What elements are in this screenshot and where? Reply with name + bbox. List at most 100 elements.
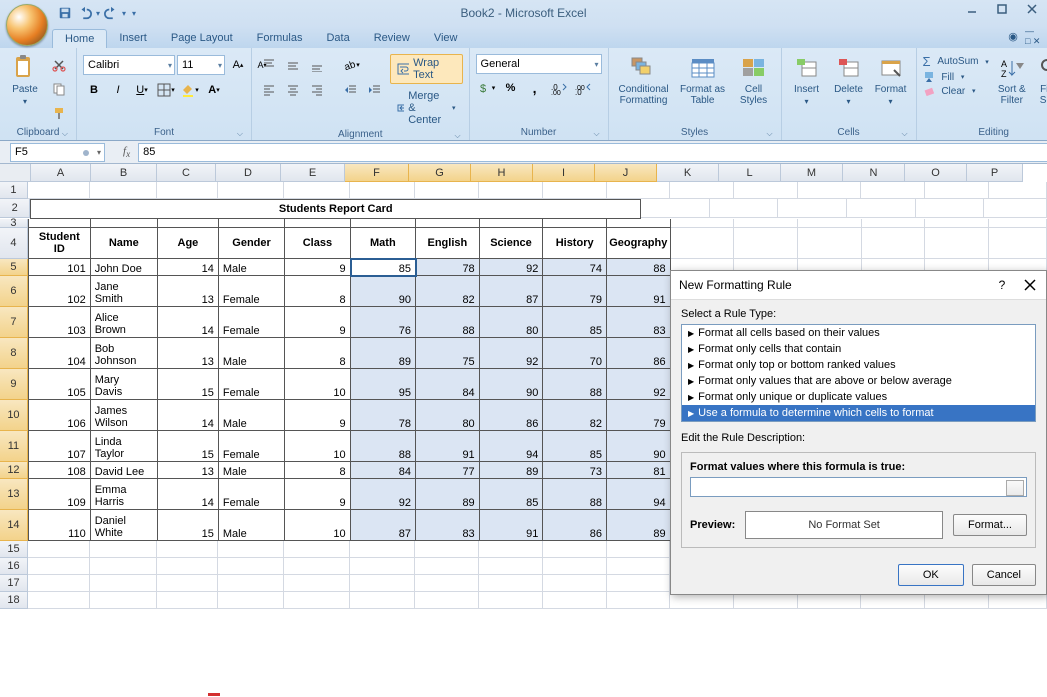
cell[interactable]	[607, 575, 671, 592]
cell[interactable]: Female	[219, 276, 285, 307]
cell[interactable]: 109	[28, 479, 91, 510]
cell[interactable]	[984, 199, 1047, 218]
cell[interactable]: 91	[480, 510, 544, 541]
cell[interactable]: 87	[480, 276, 544, 307]
orientation-icon[interactable]: ab▾	[340, 54, 362, 76]
cell[interactable]	[607, 592, 671, 609]
cell[interactable]	[989, 182, 1047, 199]
row-header[interactable]: 9	[0, 369, 28, 400]
wrap-text-button[interactable]: Wrap Text	[390, 54, 463, 84]
cell[interactable]	[90, 541, 157, 558]
cell[interactable]: 85	[543, 307, 607, 338]
cell[interactable]: 78	[416, 259, 480, 276]
rule-type-item[interactable]: Format only top or bottom ranked values	[682, 357, 1035, 373]
tab-page-layout[interactable]: Page Layout	[159, 29, 245, 48]
cell[interactable]: 84	[416, 369, 480, 400]
merge-center-button[interactable]: Merge & Center▾	[390, 87, 463, 129]
cell[interactable]: 83	[416, 510, 480, 541]
column-header[interactable]: A	[31, 164, 91, 182]
header-cell[interactable]: Gender	[219, 228, 285, 259]
format-button[interactable]: Format▾	[872, 50, 910, 106]
cell[interactable]: 73	[543, 462, 607, 479]
cell[interactable]: 88	[351, 431, 416, 462]
cell[interactable]	[285, 219, 350, 228]
cell[interactable]	[543, 592, 607, 609]
cell[interactable]: Male	[219, 400, 285, 431]
paste-button[interactable]: Paste ▾	[6, 50, 44, 106]
tab-data[interactable]: Data	[314, 29, 361, 48]
cell[interactable]: Male	[219, 259, 285, 276]
undo-icon[interactable]	[76, 4, 94, 22]
cell[interactable]	[284, 575, 349, 592]
cell[interactable]: 89	[607, 510, 671, 541]
column-header[interactable]: E	[281, 164, 345, 182]
row-header[interactable]: 10	[0, 400, 28, 431]
office-button[interactable]	[6, 4, 48, 46]
header-cell[interactable]: History	[543, 228, 607, 259]
cell[interactable]	[218, 541, 284, 558]
cell[interactable]: 13	[158, 462, 219, 479]
cell[interactable]	[479, 541, 543, 558]
row-header[interactable]: 3	[0, 219, 28, 228]
align-right-icon[interactable]	[306, 79, 328, 101]
cell[interactable]: Male	[219, 338, 285, 369]
cell[interactable]: Female	[219, 431, 285, 462]
cell[interactable]	[607, 182, 671, 199]
cell[interactable]	[543, 182, 607, 199]
font-color-icon[interactable]: A▾	[203, 79, 225, 101]
cell[interactable]: 80	[416, 400, 480, 431]
cell[interactable]	[479, 592, 543, 609]
minimize-button[interactable]	[957, 0, 987, 18]
cell[interactable]: 76	[351, 307, 416, 338]
percent-icon[interactable]: %	[500, 77, 522, 99]
cell[interactable]: 88	[543, 479, 607, 510]
cell[interactable]: 8	[285, 338, 350, 369]
cell[interactable]	[157, 575, 218, 592]
cell[interactable]: 107	[28, 431, 91, 462]
maximize-button[interactable]	[987, 0, 1017, 18]
cell[interactable]: AliceBrown	[91, 307, 158, 338]
redo-icon[interactable]	[102, 4, 120, 22]
cell[interactable]: 89	[480, 462, 544, 479]
increase-font-icon[interactable]: A▴	[227, 54, 249, 76]
rule-type-item[interactable]: Format only values that are above or bel…	[682, 373, 1035, 389]
cell[interactable]: 9	[285, 400, 350, 431]
sort-filter-button[interactable]: AZSort & Filter	[993, 50, 1031, 106]
dialog-title-bar[interactable]: New Formatting Rule ?	[671, 271, 1046, 300]
cell[interactable]	[350, 541, 415, 558]
cell[interactable]	[28, 558, 90, 575]
cell[interactable]: 108	[28, 462, 91, 479]
insert-button[interactable]: Insert▾	[788, 50, 826, 106]
align-middle-icon[interactable]	[282, 54, 304, 76]
cell[interactable]: DanielWhite	[91, 510, 158, 541]
decrease-indent-icon[interactable]	[340, 79, 362, 101]
cell[interactable]	[734, 219, 798, 228]
cell[interactable]: 15	[158, 431, 219, 462]
format-button[interactable]: Format...	[953, 514, 1027, 536]
cell[interactable]	[284, 592, 349, 609]
cell[interactable]	[670, 182, 734, 199]
cell[interactable]: 8	[285, 276, 350, 307]
tab-view[interactable]: View	[422, 29, 470, 48]
cell[interactable]: 88	[607, 259, 671, 276]
cell[interactable]: 105	[28, 369, 91, 400]
cell[interactable]	[479, 182, 543, 199]
cell[interactable]	[351, 219, 416, 228]
cell[interactable]: 101	[28, 259, 91, 276]
cell[interactable]	[28, 219, 91, 228]
cell[interactable]: 78	[351, 400, 416, 431]
cell[interactable]	[479, 558, 543, 575]
align-center-icon[interactable]	[282, 79, 304, 101]
cell[interactable]: 82	[416, 276, 480, 307]
font-name-combo[interactable]: Calibri	[83, 55, 175, 75]
rule-type-list[interactable]: Format all cells based on their valuesFo…	[681, 324, 1036, 422]
cell[interactable]	[28, 592, 90, 609]
header-cell[interactable]	[798, 228, 862, 259]
cell[interactable]: 95	[351, 369, 416, 400]
accounting-format-icon[interactable]: $▾	[476, 77, 498, 99]
header-cell[interactable]	[734, 228, 798, 259]
redo-dropdown-icon[interactable]: ▾	[122, 9, 126, 18]
cell[interactable]: 90	[607, 431, 671, 462]
cell[interactable]	[861, 182, 925, 199]
cell[interactable]	[284, 541, 349, 558]
